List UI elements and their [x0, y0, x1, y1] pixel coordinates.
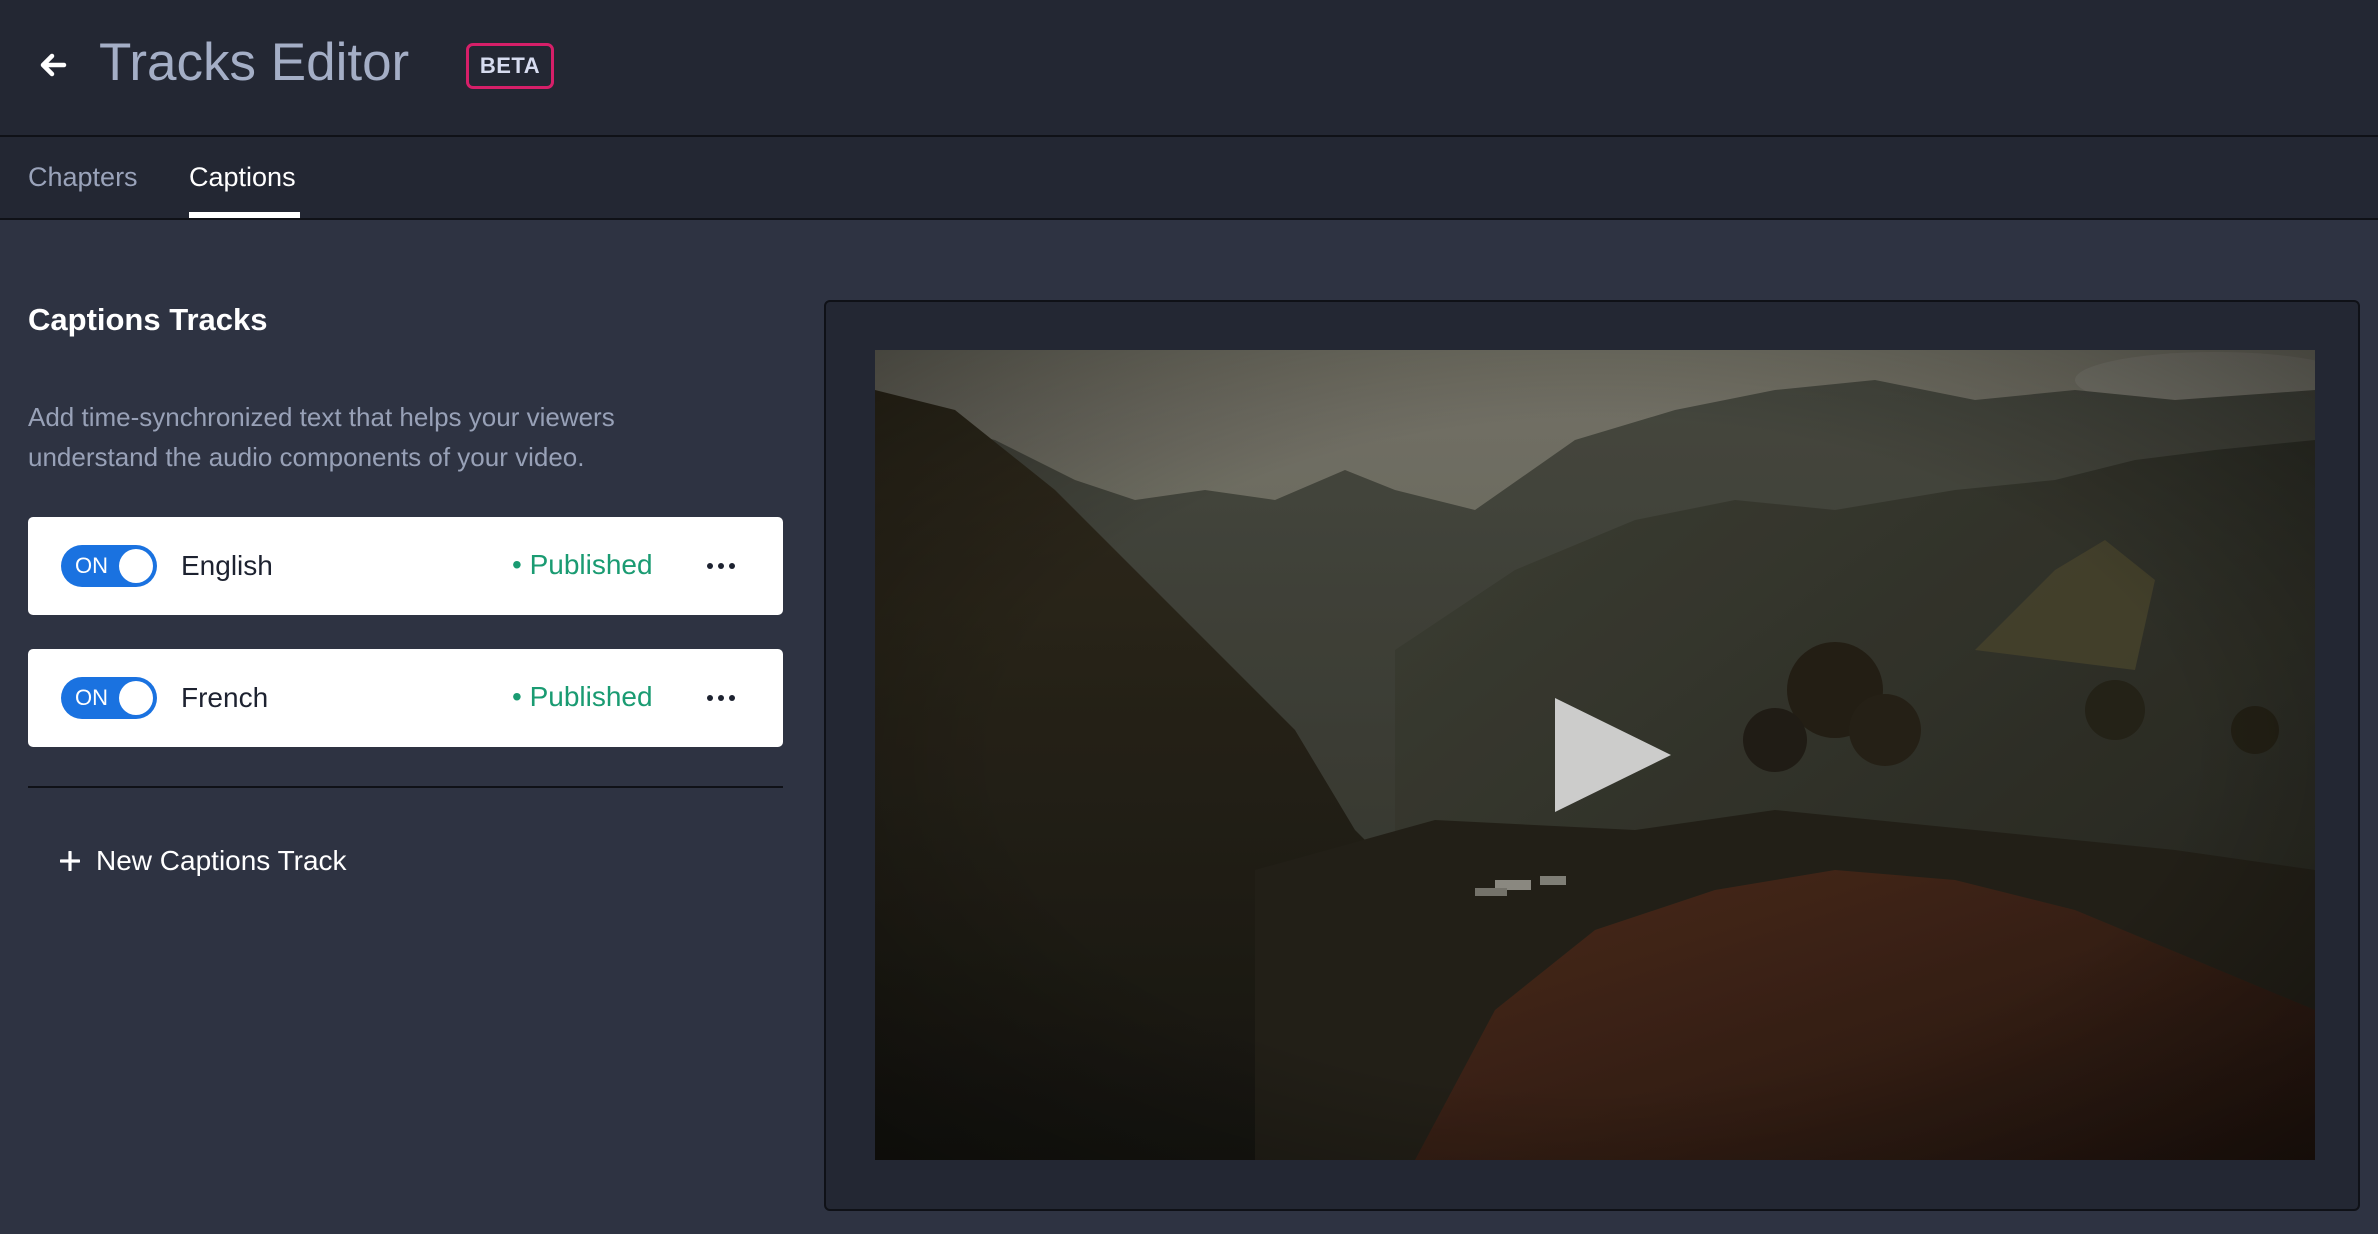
more-horizontal-icon	[707, 563, 735, 569]
track-status: • Published	[512, 681, 653, 712]
video-player-frame	[824, 300, 2360, 1211]
arrow-left-icon	[40, 53, 67, 77]
toggle-knob	[119, 549, 153, 583]
track-more-button[interactable]	[698, 675, 744, 721]
toggle-label: ON	[75, 685, 108, 710]
more-horizontal-icon	[707, 695, 735, 701]
track-toggle[interactable]: ON	[61, 677, 157, 719]
caption-track-card: ON English • Published	[28, 517, 783, 615]
new-captions-track-button[interactable]: New Captions Track	[60, 843, 347, 879]
video-preview[interactable]	[875, 350, 2315, 1160]
header: Tracks Editor BETA	[0, 0, 2378, 137]
play-icon[interactable]	[1547, 694, 1677, 816]
tab-captions[interactable]: Captions	[189, 159, 296, 195]
track-language: English	[181, 550, 273, 581]
track-more-button[interactable]	[698, 543, 744, 589]
tab-chapters[interactable]: Chapters	[28, 159, 138, 195]
section-title: Captions Tracks	[28, 302, 268, 337]
new-captions-track-label: New Captions Track	[96, 845, 347, 876]
beta-badge: BETA	[466, 43, 554, 89]
caption-track-card: ON French • Published	[28, 649, 783, 747]
track-status: • Published	[512, 549, 653, 580]
page-title: Tracks Editor	[99, 33, 410, 92]
active-tab-indicator	[189, 212, 300, 218]
tab-bar: Chapters Captions	[0, 137, 2378, 220]
back-button[interactable]	[34, 46, 72, 84]
toggle-knob	[119, 681, 153, 715]
divider	[28, 786, 783, 788]
track-toggle[interactable]: ON	[61, 545, 157, 587]
section-description: Add time-synchronized text that helps yo…	[28, 402, 615, 472]
plus-icon	[60, 851, 80, 871]
track-language: French	[181, 682, 269, 713]
toggle-label: ON	[75, 553, 108, 578]
